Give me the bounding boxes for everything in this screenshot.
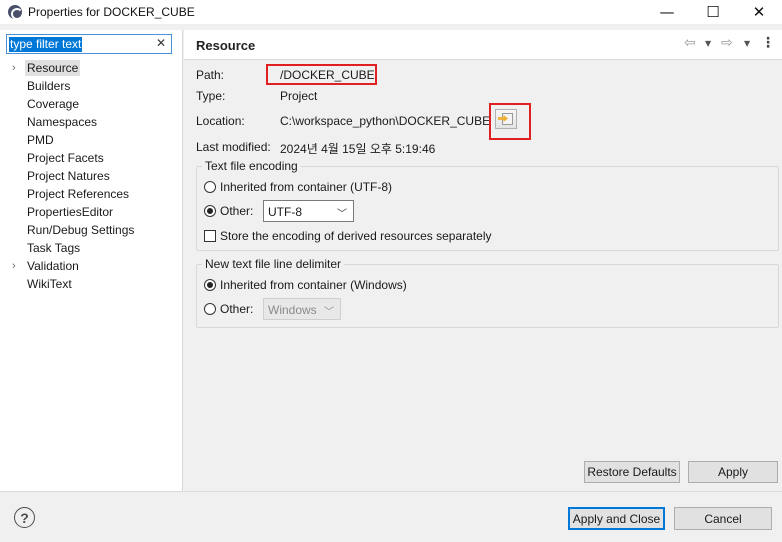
path-label: Path:	[196, 68, 225, 82]
filter-input-text[interactable]: type filter text	[9, 36, 83, 52]
tree-item-task-tags[interactable]: Task Tags	[0, 239, 182, 257]
open-in-explorer-button[interactable]	[495, 109, 517, 129]
derived-encoding-label[interactable]: Store the encoding of derived resources …	[220, 229, 492, 243]
last-modified-label: Last modified:	[196, 140, 271, 154]
delimiter-other-radio[interactable]	[204, 303, 216, 315]
chevron-down-icon: ﹀	[337, 209, 347, 220]
forward-arrow-icon[interactable]: ⇨	[721, 35, 733, 51]
apply-button[interactable]: Apply	[688, 461, 778, 483]
tree-item-wikitext[interactable]: WikiText	[0, 275, 182, 293]
chevron-down-icon: ﹀	[324, 307, 334, 318]
tree-item-label: Project References	[27, 187, 130, 201]
encoding-select-value: UTF-8	[268, 205, 302, 219]
line-delimiter-legend: New text file line delimiter	[205, 257, 342, 271]
page-title: Resource	[196, 38, 256, 53]
encoding-inherited-radio[interactable]	[204, 181, 216, 193]
tree-item-label: Builders	[27, 79, 71, 93]
minimize-button[interactable]: —	[644, 0, 690, 24]
tree-item-builders[interactable]: Builders	[0, 77, 182, 95]
tree-item-coverage[interactable]: Coverage	[0, 95, 182, 113]
view-menu-icon[interactable]: ⋮	[761, 35, 775, 51]
dialog-footer: ? Apply and Close Cancel	[0, 491, 782, 542]
tree-item-resource[interactable]: › Resource	[0, 59, 182, 77]
tree-item-label: PMD	[27, 133, 54, 147]
encoding-other-label[interactable]: Other:	[220, 204, 253, 218]
delimiter-inherited-radio[interactable]	[204, 279, 216, 291]
filter-input[interactable]: type filter text ✕	[6, 34, 172, 54]
tree-item-label: Coverage	[27, 97, 80, 111]
tree-item-properties-editor[interactable]: PropertiesEditor	[0, 203, 182, 221]
forward-history-caret-icon[interactable]: ▼	[744, 39, 750, 48]
encoding-inherited-label[interactable]: Inherited from container (UTF-8)	[220, 180, 392, 194]
derived-encoding-checkbox[interactable]	[204, 230, 216, 242]
back-history-caret-icon[interactable]: ▼	[705, 39, 711, 48]
chevron-right-icon[interactable]: ›	[12, 59, 16, 77]
encoding-select[interactable]: UTF-8 ﹀	[263, 200, 354, 222]
tree-item-project-references[interactable]: Project References	[0, 185, 182, 203]
tree-item-pmd[interactable]: PMD	[0, 131, 182, 149]
delimiter-select-value: Windows	[268, 303, 317, 317]
tree-item-label: Resource	[25, 60, 81, 76]
location-label: Location:	[196, 114, 245, 128]
tree-item-label: Validation	[27, 259, 79, 273]
chevron-right-icon[interactable]: ›	[12, 257, 16, 275]
tree-item-label: Namespaces	[27, 115, 98, 129]
title-bar: Properties for DOCKER_CUBE — ☐ ✕	[0, 0, 782, 24]
last-modified-value: 2024년 4월 15일 오후 5:19:46	[280, 142, 436, 156]
location-value: C:\workspace_python\DOCKER_CUBE	[280, 114, 491, 128]
maximize-button[interactable]: ☐	[690, 0, 736, 24]
tree-item-project-facets[interactable]: Project Facets	[0, 149, 182, 167]
cancel-button[interactable]: Cancel	[674, 507, 772, 530]
tree-item-project-natures[interactable]: Project Natures	[0, 167, 182, 185]
delimiter-other-label[interactable]: Other:	[220, 302, 253, 316]
tree-item-label: Run/Debug Settings	[27, 223, 135, 237]
back-arrow-icon[interactable]: ⇦	[684, 35, 696, 51]
tree-item-validation[interactable]: › Validation	[0, 257, 182, 275]
tree-item-label: WikiText	[27, 277, 72, 291]
tree-item-label: Task Tags	[27, 241, 81, 255]
category-pane: type filter text ✕ › Resource Builders C…	[0, 30, 183, 491]
tree-item-run-debug-settings[interactable]: Run/Debug Settings	[0, 221, 182, 239]
text-encoding-legend: Text file encoding	[205, 159, 298, 173]
help-icon[interactable]: ?	[14, 507, 35, 528]
path-value: /DOCKER_CUBE	[280, 68, 375, 82]
tree-item-label: Project Natures	[27, 169, 110, 183]
apply-and-close-button[interactable]: Apply and Close	[568, 507, 665, 530]
encoding-other-radio[interactable]	[204, 205, 216, 217]
type-label: Type:	[196, 89, 226, 103]
type-value: Project	[280, 89, 318, 103]
restore-defaults-button[interactable]: Restore Defaults	[584, 461, 680, 483]
close-window-button[interactable]: ✕	[736, 0, 782, 24]
delimiter-inherited-label[interactable]: Inherited from container (Windows)	[220, 278, 407, 292]
window-title: Properties for DOCKER_CUBE	[28, 5, 195, 19]
tree-item-label: PropertiesEditor	[27, 205, 114, 219]
clear-filter-icon[interactable]: ✕	[156, 36, 166, 50]
delimiter-select[interactable]: Windows ﹀	[263, 298, 341, 320]
category-tree: › Resource Builders Coverage Namespaces …	[0, 59, 182, 293]
properties-page: Resource ⇦ ▼ ⇨ ▼ ⋮ Path: /DOCKER_CUBE Ty…	[184, 30, 782, 491]
tree-item-namespaces[interactable]: Namespaces	[0, 113, 182, 131]
eclipse-app-icon	[8, 5, 23, 20]
tree-item-label: Project Facets	[27, 151, 104, 165]
page-header: Resource ⇦ ▼ ⇨ ▼ ⋮	[184, 30, 782, 60]
